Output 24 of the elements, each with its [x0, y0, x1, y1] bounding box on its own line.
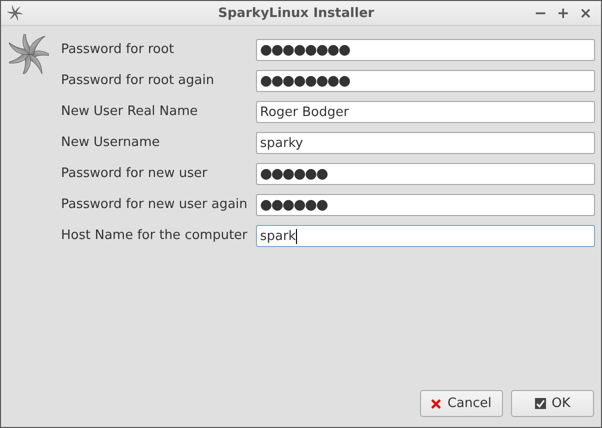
cancel-button[interactable]: Cancel [420, 390, 503, 417]
swirl-icon [7, 5, 23, 21]
field-label: Password for new user again [61, 196, 248, 214]
close-icon [431, 398, 442, 408]
field-label: Host Name for the computer [61, 227, 248, 245]
checkbox-icon [534, 398, 546, 409]
ok-button[interactable]: OK [511, 390, 594, 417]
window-control-button[interactable]: × [576, 4, 595, 22]
input-field[interactable]: sparky [256, 132, 595, 154]
window-title: SparkyLinux Installer [217, 6, 374, 20]
field-label: Password for root again [61, 72, 216, 90]
swirl-icon [9, 34, 49, 74]
window-control-button[interactable]: + [554, 4, 572, 22]
field-label: Password for new user [61, 165, 208, 183]
field-label: Password for root [61, 41, 175, 59]
field-label: New Username [61, 134, 161, 152]
input-field[interactable]: ●●●●●● [256, 163, 595, 185]
input-field[interactable]: ●●●●●●●● [256, 39, 595, 61]
window-control-button[interactable]: − [531, 4, 550, 22]
input-field[interactable]: ●●●●●● [256, 194, 595, 216]
input-field[interactable]: ●●●●●●●● [256, 70, 595, 92]
input-field[interactable]: spark [256, 225, 595, 247]
field-label: New User Real Name [61, 103, 199, 121]
input-field[interactable]: Roger Bodger [256, 101, 595, 123]
